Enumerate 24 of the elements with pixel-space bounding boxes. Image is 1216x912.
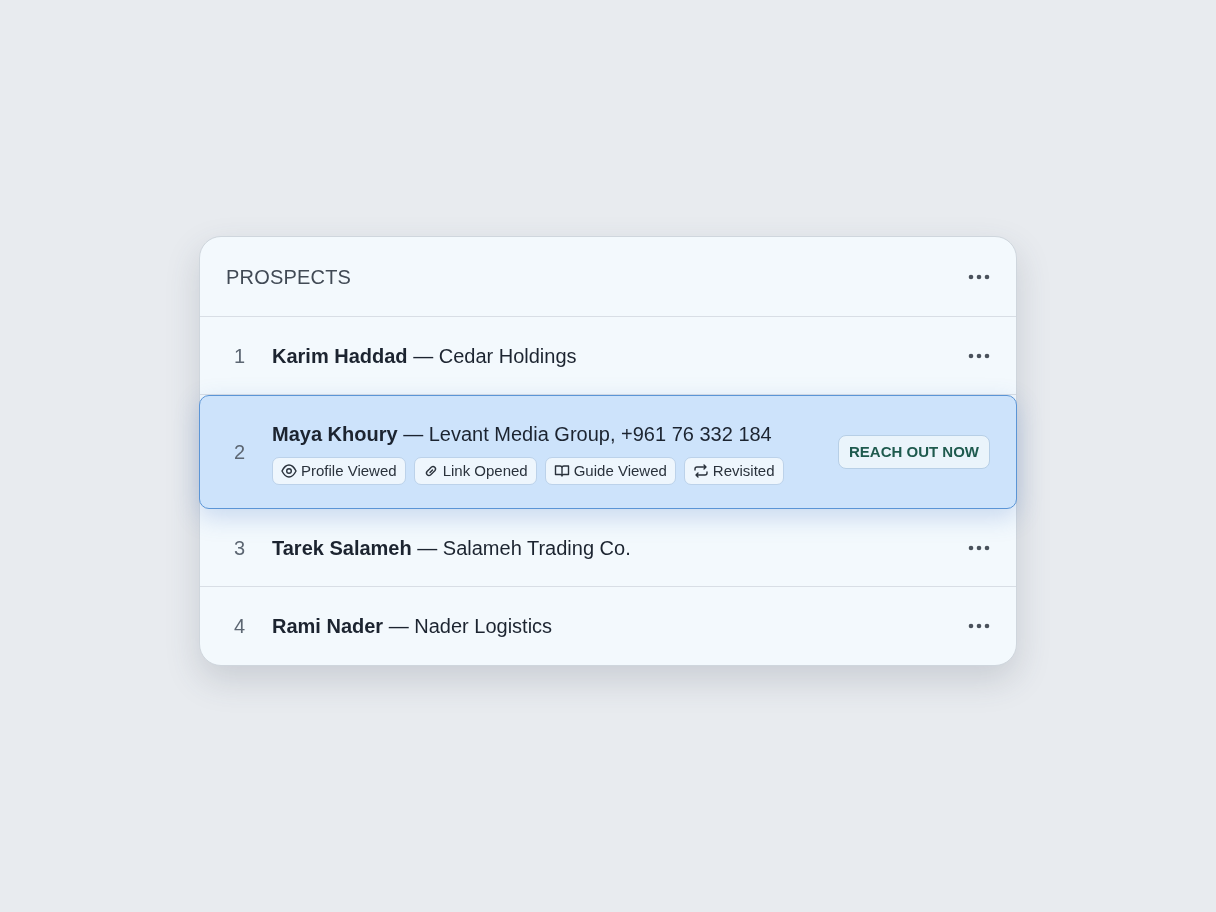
book-icon xyxy=(553,463,570,479)
prospect-text: Karim Haddad — Cedar Holdings xyxy=(272,343,578,369)
prospect-row[interactable]: 4 Rami Nader — Nader Logistics xyxy=(200,587,1016,665)
more-icon[interactable] xyxy=(968,273,990,280)
activity-tag: Profile Viewed xyxy=(272,456,406,486)
prospect-text: Rami Nader — Nader Logistics xyxy=(272,614,554,639)
selected-row[interactable]: 2 Maya Khoury — Levant Media Group, +961 76 332 184 Profile Viewed Link Opened Guide Viewed Revisited REACH OUT NOW xyxy=(199,395,1017,509)
eye-icon xyxy=(281,463,297,479)
reach-out-button[interactable]: REACH OUT NOW xyxy=(838,434,990,470)
more-icon[interactable] xyxy=(968,352,990,359)
row-number: 1 xyxy=(234,343,247,369)
repeat-icon xyxy=(692,463,709,479)
panel-title: PROSPECTS xyxy=(226,264,352,290)
row-number: 4 xyxy=(234,614,247,639)
prospect-text: Tarek Salameh — Salameh Trading Co. xyxy=(272,535,632,561)
prospect-row[interactable]: 3 Tarek Salameh — Salameh Trading Co. xyxy=(200,509,1016,587)
activity-tag: Guide Viewed xyxy=(544,456,676,486)
row-number: 2 xyxy=(234,440,247,465)
activity-tag: Link Opened xyxy=(413,456,537,486)
row-number: 3 xyxy=(234,535,247,561)
more-icon[interactable] xyxy=(968,623,990,629)
prospect-text: Maya Khoury — Levant Media Group, +961 76 332 184 xyxy=(272,421,773,447)
activity-tag: Revisited xyxy=(683,456,784,486)
more-icon[interactable] xyxy=(968,544,990,551)
